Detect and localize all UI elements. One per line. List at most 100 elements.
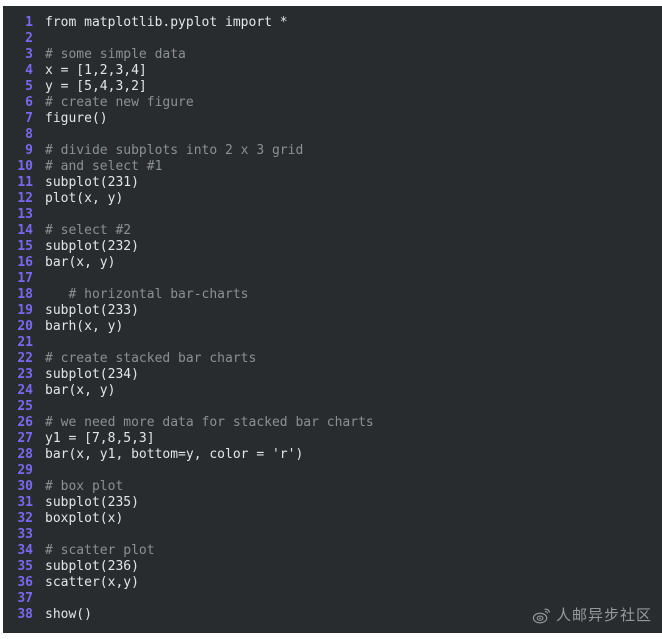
code-comment: # select #2	[45, 223, 132, 238]
line-number: 36	[17, 575, 33, 590]
line-number: 24	[17, 383, 33, 398]
code-line[interactable]: 34 # scatter plot	[3, 543, 662, 559]
code-line[interactable]: 9 # divide subplots into 2 x 3 grid	[3, 143, 662, 159]
line-number: 7	[25, 111, 33, 126]
code-line[interactable]: 14 # select #2	[3, 223, 662, 239]
code-line[interactable]: 7 figure()	[3, 111, 662, 127]
line-number: 4	[25, 63, 33, 78]
code-line[interactable]: 15 subplot(232)	[3, 239, 662, 255]
code-line[interactable]: 33	[3, 527, 662, 543]
line-number: 17	[17, 271, 33, 286]
line-number: 28	[17, 447, 33, 462]
line-number: 2	[25, 31, 33, 46]
line-number: 30	[17, 479, 33, 494]
code-line[interactable]: 22 # create stacked bar charts	[3, 351, 662, 367]
code-lines-container[interactable]: 1 from matplotlib.pyplot import * 2 3 # some…	[3, 6, 662, 623]
line-number: 25	[17, 399, 33, 414]
code-text: boxplot(x)	[45, 511, 124, 526]
code-text: bar(x, y)	[45, 383, 116, 398]
code-line[interactable]: 35 subplot(236)	[3, 559, 662, 575]
line-number: 18	[17, 287, 33, 302]
code-text: subplot(232)	[45, 239, 139, 254]
code-line[interactable]: 6 # create new figure	[3, 95, 662, 111]
line-number: 5	[25, 79, 33, 94]
code-text: scatter(x,y)	[45, 575, 139, 590]
code-line[interactable]: 23 subplot(234)	[3, 367, 662, 383]
code-text: bar(x, y)	[45, 255, 116, 270]
code-text: y1 = [7,8,5,3]	[45, 431, 155, 446]
code-comment: # create stacked bar charts	[45, 351, 257, 366]
line-number: 31	[17, 495, 33, 510]
code-line[interactable]: 32 boxplot(x)	[3, 511, 662, 527]
code-text: plot(x, y)	[45, 191, 124, 206]
code-line[interactable]: 20 barh(x, y)	[3, 319, 662, 335]
line-number: 3	[25, 47, 33, 62]
code-line[interactable]: 27 y1 = [7,8,5,3]	[3, 431, 662, 447]
line-number: 21	[17, 335, 33, 350]
line-number: 32	[17, 511, 33, 526]
code-line[interactable]: 1 from matplotlib.pyplot import *	[3, 15, 662, 31]
code-line[interactable]: 38 show()	[3, 607, 662, 623]
code-line[interactable]: 30 # box plot	[3, 479, 662, 495]
code-editor-panel[interactable]: 1 from matplotlib.pyplot import * 2 3 # some…	[3, 6, 662, 633]
code-line[interactable]: 26 # we need more data for stacked bar ch…	[3, 415, 662, 431]
code-line[interactable]: 31 subplot(235)	[3, 495, 662, 511]
code-text: subplot(235)	[45, 495, 139, 510]
code-text: bar(x, y1, bottom=y, color = 'r')	[45, 447, 304, 462]
code-comment: # create new figure	[45, 95, 194, 110]
code-comment: # and select #1	[45, 159, 163, 174]
code-line[interactable]: 37	[3, 591, 662, 607]
code-text: barh(x, y)	[45, 319, 124, 334]
code-line[interactable]: 3 # some simple data	[3, 47, 662, 63]
code-line[interactable]: 25	[3, 399, 662, 415]
line-number: 8	[25, 127, 33, 142]
code-line[interactable]: 36 scatter(x,y)	[3, 575, 662, 591]
code-line[interactable]: 21	[3, 335, 662, 351]
screenshot-root: 1 from matplotlib.pyplot import * 2 3 # some…	[0, 0, 662, 639]
line-number: 13	[17, 207, 33, 222]
line-number: 16	[17, 255, 33, 270]
code-text: subplot(231)	[45, 175, 139, 190]
code-comment: # scatter plot	[45, 543, 155, 558]
code-comment: # horizontal bar-charts	[45, 287, 249, 302]
code-comment: # we need more data for stacked bar char…	[45, 415, 374, 430]
code-text: show()	[45, 607, 92, 622]
line-number: 1	[25, 15, 33, 30]
line-number: 9	[25, 143, 33, 158]
code-text: x = [1,2,3,4]	[45, 63, 147, 78]
code-line[interactable]: 18 # horizontal bar-charts	[3, 287, 662, 303]
code-text: subplot(234)	[45, 367, 139, 382]
code-text: y = [5,4,3,2]	[45, 79, 147, 94]
code-line[interactable]: 4 x = [1,2,3,4]	[3, 63, 662, 79]
code-line[interactable]: 11 subplot(231)	[3, 175, 662, 191]
code-text: from matplotlib.pyplot import *	[45, 15, 288, 30]
line-number: 19	[17, 303, 33, 318]
code-text: subplot(236)	[45, 559, 139, 574]
code-line[interactable]: 10 # and select #1	[3, 159, 662, 175]
line-number: 34	[17, 543, 33, 558]
code-line[interactable]: 2	[3, 31, 662, 47]
code-line[interactable]: 24 bar(x, y)	[3, 383, 662, 399]
line-number: 37	[17, 591, 33, 606]
line-number: 22	[17, 351, 33, 366]
code-line[interactable]: 19 subplot(233)	[3, 303, 662, 319]
code-comment: # box plot	[45, 479, 124, 494]
line-number: 15	[17, 239, 33, 254]
code-line[interactable]: 16 bar(x, y)	[3, 255, 662, 271]
code-line[interactable]: 17	[3, 271, 662, 287]
code-line[interactable]: 28 bar(x, y1, bottom=y, color = 'r')	[3, 447, 662, 463]
line-number: 33	[17, 527, 33, 542]
code-line[interactable]: 8	[3, 127, 662, 143]
code-line[interactable]: 12 plot(x, y)	[3, 191, 662, 207]
line-number: 27	[17, 431, 33, 446]
code-line[interactable]: 29	[3, 463, 662, 479]
line-number: 26	[17, 415, 33, 430]
code-text: figure()	[45, 111, 108, 126]
line-number: 12	[17, 191, 33, 206]
code-line[interactable]: 13	[3, 207, 662, 223]
code-comment: # divide subplots into 2 x 3 grid	[45, 143, 304, 158]
code-text: subplot(233)	[45, 303, 139, 318]
code-line[interactable]: 5 y = [5,4,3,2]	[3, 79, 662, 95]
code-comment: # some simple data	[45, 47, 186, 62]
line-number: 6	[25, 95, 33, 110]
